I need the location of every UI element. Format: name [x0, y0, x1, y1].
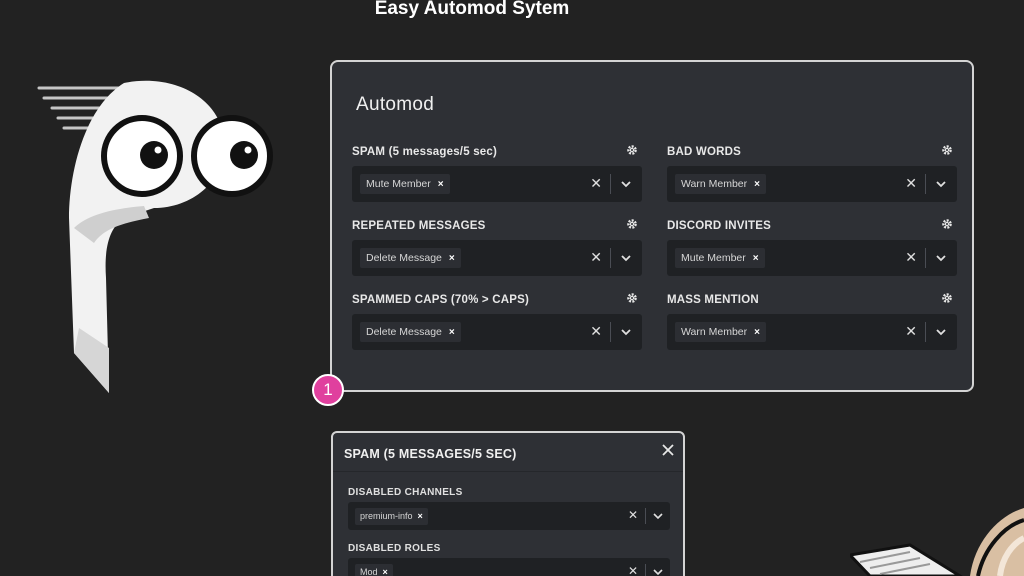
action-chip: Warn Member × [675, 174, 766, 194]
action-select[interactable]: Warn Member × ✕ [667, 314, 957, 350]
remove-chip-icon[interactable]: × [449, 327, 455, 338]
chevron-down-icon[interactable] [619, 177, 633, 191]
gear-icon[interactable] [941, 292, 953, 304]
clear-icon[interactable]: ✕ [628, 564, 638, 576]
chevron-down-icon[interactable] [934, 251, 948, 265]
role-chip: Mod × [355, 563, 393, 576]
automod-title: Automod [356, 94, 435, 115]
mascot-logo [37, 80, 273, 393]
rule-label: REPEATED MESSAGES [352, 216, 642, 236]
rule-label-text: MASS MENTION [667, 294, 759, 306]
step-badge: 1 [312, 374, 344, 406]
chip-label: Mute Member [681, 252, 746, 264]
action-select[interactable]: Delete Message × ✕ [352, 240, 642, 276]
chip-label: Mute Member [366, 178, 431, 190]
remove-chip-icon[interactable]: × [753, 253, 759, 264]
chip-label: Warn Member [681, 326, 748, 338]
action-chip: Warn Member × [675, 322, 766, 342]
remove-chip-icon[interactable]: × [449, 253, 455, 264]
remove-chip-icon[interactable]: × [754, 327, 760, 338]
rule-label: SPAM (5 messages/5 sec) [352, 142, 642, 162]
chevron-down-icon[interactable] [652, 566, 664, 576]
rule-label: BAD WORDS [667, 142, 957, 162]
rule-label: MASS MENTION [667, 290, 957, 310]
rule-label-text: REPEATED MESSAGES [352, 220, 486, 232]
clear-icon[interactable]: ✕ [905, 249, 917, 266]
action-chip: Mute Member × [675, 248, 765, 268]
gear-icon[interactable] [626, 144, 638, 156]
action-chip: Delete Message × [360, 248, 461, 268]
clear-icon[interactable]: ✕ [590, 175, 602, 192]
disabled-channels-label: DISABLED CHANNELS [348, 487, 463, 498]
action-chip: Delete Message × [360, 322, 461, 342]
rule-bad-words: BAD WORDS Warn Member × ✕ [667, 142, 957, 202]
disabled-channels-select[interactable]: premium-info × ✕ [348, 502, 670, 530]
rule-label: SPAMMED CAPS (70% > CAPS) [352, 290, 642, 310]
chevron-down-icon[interactable] [652, 510, 664, 522]
remove-chip-icon[interactable]: × [754, 179, 760, 190]
chevron-down-icon[interactable] [934, 177, 948, 191]
remove-chip-icon[interactable]: × [438, 179, 444, 190]
rule-label-text: SPAM (5 messages/5 sec) [352, 146, 498, 158]
chevron-down-icon[interactable] [619, 325, 633, 339]
rule-label-text: DISCORD INVITES [667, 220, 771, 232]
rule-mass-mention: MASS MENTION Warn Member × ✕ [667, 290, 957, 350]
spam-settings-title: SPAM (5 MESSAGES/5 SEC) [344, 447, 517, 461]
clear-icon[interactable]: ✕ [905, 175, 917, 192]
separator [925, 322, 926, 342]
close-icon[interactable] [661, 443, 675, 457]
gear-icon[interactable] [941, 218, 953, 230]
separator [645, 564, 646, 576]
spam-settings-panel: SPAM (5 MESSAGES/5 SEC) DISABLED CHANNEL… [331, 431, 685, 576]
chip-label: premium-info [360, 511, 413, 521]
action-select[interactable]: Mute Member × ✕ [352, 166, 642, 202]
book-illustration [850, 508, 1024, 576]
chevron-down-icon[interactable] [934, 325, 948, 339]
rule-spam: SPAM (5 messages/5 sec) Mute Member × ✕ [352, 142, 642, 202]
separator [645, 508, 646, 524]
automod-panel: Automod SPAM (5 messages/5 sec) Mute Mem… [330, 60, 974, 392]
rule-discord-invites: DISCORD INVITES Mute Member × ✕ [667, 216, 957, 276]
clear-icon[interactable]: ✕ [590, 249, 602, 266]
gear-icon[interactable] [626, 292, 638, 304]
rule-spammed-caps: SPAMMED CAPS (70% > CAPS) Delete Message… [352, 290, 642, 350]
chip-label: Warn Member [681, 178, 748, 190]
separator [925, 248, 926, 268]
rule-label-text: SPAMMED CAPS (70% > CAPS) [352, 294, 530, 306]
clear-icon[interactable]: ✕ [628, 508, 638, 522]
disabled-roles-label: DISABLED ROLES [348, 543, 441, 554]
gear-icon[interactable] [626, 218, 638, 230]
gear-icon[interactable] [941, 144, 953, 156]
page-title: Easy Automod Sytem [374, 0, 570, 19]
divider [333, 471, 683, 472]
action-chip: Mute Member × [360, 174, 450, 194]
action-select[interactable]: Warn Member × ✕ [667, 166, 957, 202]
clear-icon[interactable]: ✕ [590, 323, 602, 340]
remove-chip-icon[interactable]: × [383, 567, 388, 576]
separator [925, 174, 926, 194]
chip-label: Mod [360, 567, 378, 576]
action-select[interactable]: Mute Member × ✕ [667, 240, 957, 276]
chip-label: Delete Message [366, 252, 442, 264]
rule-repeated-messages: REPEATED MESSAGES Delete Message × ✕ [352, 216, 642, 276]
separator [610, 322, 611, 342]
rule-label: DISCORD INVITES [667, 216, 957, 236]
chip-label: Delete Message [366, 326, 442, 338]
disabled-roles-select[interactable]: Mod × ✕ [348, 558, 670, 576]
chevron-down-icon[interactable] [619, 251, 633, 265]
separator [610, 174, 611, 194]
clear-icon[interactable]: ✕ [905, 323, 917, 340]
rule-label-text: BAD WORDS [667, 146, 741, 158]
action-select[interactable]: Delete Message × ✕ [352, 314, 642, 350]
separator [610, 248, 611, 268]
remove-chip-icon[interactable]: × [418, 511, 423, 521]
channel-chip: premium-info × [355, 507, 428, 525]
